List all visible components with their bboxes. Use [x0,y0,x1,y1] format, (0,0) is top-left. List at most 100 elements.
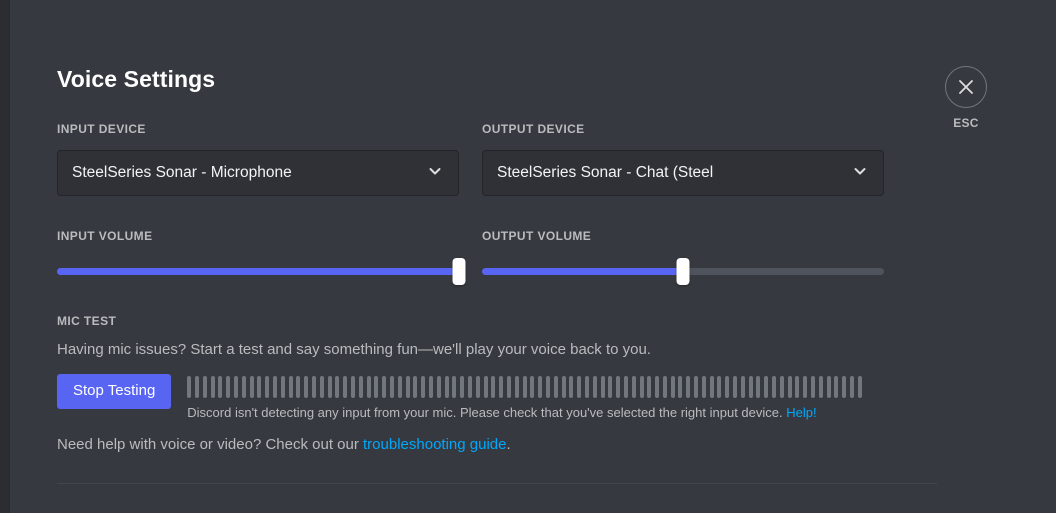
mic-level-bar [772,376,777,398]
mic-level-bar [351,376,356,398]
mic-level-bar [748,376,753,398]
mic-level-bar [436,376,441,398]
output-device-section: OUTPUT DEVICE SteelSeries Sonar - Chat (… [482,122,884,196]
mic-level-bar [709,376,714,398]
output-device-value: SteelSeries Sonar - Chat (Steel [497,164,714,181]
mic-level-bar [428,376,433,398]
output-device-label: OUTPUT DEVICE [482,122,585,136]
help-text-after: . [506,436,511,453]
mic-level-bar [234,376,239,398]
output-device-dropdown[interactable]: SteelSeries Sonar - Chat (Steel [482,150,884,196]
input-device-value: SteelSeries Sonar - Microphone [72,164,292,181]
mic-level-bar [842,376,847,398]
mic-level-bar [210,376,215,398]
mic-level-bar [740,376,745,398]
mic-level-bar [608,376,613,398]
close-button[interactable]: ESC [931,66,1001,130]
mic-level-bar [857,376,862,398]
input-volume-section: INPUT VOLUME [57,229,466,285]
mic-level-bar [818,376,823,398]
mic-level-bar [187,376,192,398]
mic-level-bar [374,376,379,398]
mic-level-bar [639,376,644,398]
input-device-section: INPUT DEVICE SteelSeries Sonar - Microph… [57,122,459,196]
voice-settings-panel: Voice Settings ESC INPUT DEVICE SteelSer… [10,0,1056,513]
output-volume-section: OUTPUT VOLUME [482,229,884,285]
mic-level-bar [538,376,543,398]
mic-level-bar [304,376,309,398]
mic-level-bar [382,376,387,398]
mic-level-bar [561,376,566,398]
mic-level-bar [522,376,527,398]
mic-level-bar [296,376,301,398]
mic-level-bar [592,376,597,398]
mic-level-bar [288,376,293,398]
mic-level-bar [280,376,285,398]
mic-level-bar [655,376,660,398]
input-volume-thumb[interactable] [452,258,466,285]
input-volume-slider[interactable] [57,258,466,285]
chevron-down-icon [851,162,869,185]
mic-level-bar [202,376,207,398]
mic-level-bar [218,376,223,398]
mic-test-warning-text: Discord isn't detecting any input from y… [187,405,783,420]
mic-level-meter [187,376,937,398]
mic-level-bar [686,376,691,398]
mic-level-bar [787,376,792,398]
close-button-label: ESC [953,116,979,130]
mic-level-bar [195,376,200,398]
mic-level-bar [725,376,730,398]
mic-level-bar [569,376,574,398]
mic-level-bar [803,376,808,398]
mic-level-bar [584,376,589,398]
mic-level-bar [733,376,738,398]
mic-test-help-link[interactable]: Help! [786,405,816,420]
mic-level-bar [335,376,340,398]
stop-testing-button[interactable]: Stop Testing [57,374,172,409]
mic-test-row: Stop Testing Discord isn't detecting any… [57,374,937,420]
mic-level-bar [249,376,254,398]
mic-level-bar [319,376,324,398]
mic-level-bar [358,376,363,398]
input-volume-fill [57,268,459,275]
mic-level-bar [834,376,839,398]
mic-test-description: Having mic issues? Start a test and say … [57,341,651,358]
mic-level-bar [460,376,465,398]
mic-level-bar [553,376,558,398]
close-icon-circle[interactable] [945,66,987,108]
mic-level-bar [366,376,371,398]
page-title: Voice Settings [57,66,216,92]
mic-level-bar [506,376,511,398]
troubleshooting-guide-link[interactable]: troubleshooting guide [363,436,506,453]
mic-level-bar [475,376,480,398]
mic-level-bar [312,376,317,398]
output-volume-slider[interactable] [482,258,884,285]
output-volume-thumb[interactable] [676,258,690,285]
chevron-down-icon [426,162,444,185]
mic-level-bar [694,376,699,398]
close-icon [957,78,975,96]
mic-test-label: MIC TEST [57,314,117,328]
mic-level-bar [795,376,800,398]
mic-level-bar [670,376,675,398]
mic-level-bar [265,376,270,398]
mic-level-bar [405,376,410,398]
input-device-dropdown[interactable]: SteelSeries Sonar - Microphone [57,150,459,196]
section-divider [57,483,937,484]
mic-level-bar [397,376,402,398]
help-text-before: Need help with voice or video? Check out… [57,436,364,453]
mic-level-bar [600,376,605,398]
mic-level-bar [226,376,231,398]
mic-level-bar [273,376,278,398]
mic-level-bar [662,376,667,398]
mic-level-bar [327,376,332,398]
mic-level-bar [483,376,488,398]
input-volume-label: INPUT VOLUME [57,229,153,243]
mic-level-bar [616,376,621,398]
mic-level-bar [514,376,519,398]
mic-level-bar [499,376,504,398]
output-volume-fill [482,268,683,275]
mic-test-warning: Discord isn't detecting any input from y… [187,405,937,420]
mic-level-bar [701,376,706,398]
mic-level-bar [577,376,582,398]
